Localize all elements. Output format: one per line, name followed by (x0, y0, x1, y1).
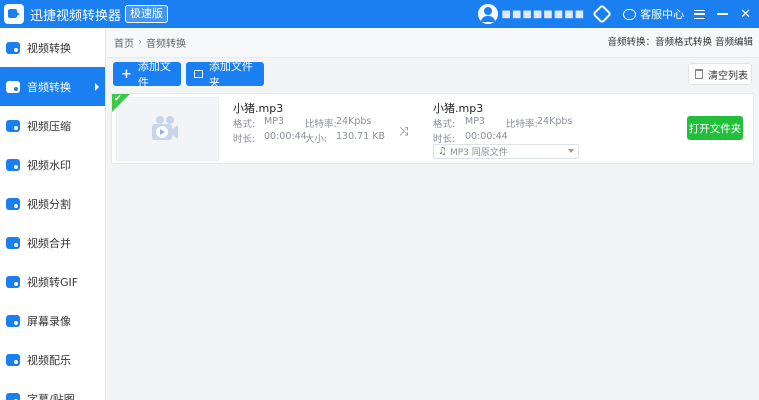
sidebar-item-label: 视频合并 (27, 236, 71, 250)
folder-icon (194, 70, 203, 78)
title-bar: 迅捷视频转换器 极速版 ■■■■■■■■ 客服中心 ✕ (0, 0, 759, 28)
output-format-label: 格式: (433, 119, 456, 130)
username[interactable]: ■■■■■■■■ (502, 9, 586, 20)
sidebar: 视频转换 音频转换 视频压缩 视频水印 视频分割 视频合并 视频转GIF 屏幕录… (0, 28, 106, 400)
audio-convert-icon (6, 80, 20, 93)
source-size: 130.71 KB (336, 131, 386, 142)
split-icon (6, 197, 20, 210)
add-file-label: 添加文件 (137, 60, 171, 89)
convert-arrow-icon: ⤨ (399, 124, 409, 138)
output-bitrate-label: 比特率: (506, 119, 538, 130)
breadcrumb-home[interactable]: 首页 (114, 35, 134, 50)
source-file-name: 小猪.mp3 (233, 102, 284, 115)
music-note-icon: ♫ (438, 146, 447, 157)
sidebar-item-music[interactable]: 视频配乐 (0, 340, 105, 379)
music-icon (6, 353, 20, 366)
sidebar-item-audio-convert[interactable]: 音频转换 (0, 67, 105, 106)
sidebar-item-label: 屏幕录像 (27, 314, 71, 328)
video-convert-icon (6, 41, 20, 54)
sidebar-item-label: 视频转换 (27, 41, 71, 55)
sidebar-item-label: 视频转GIF (27, 275, 79, 289)
gif-icon (6, 275, 20, 288)
app-title: 迅捷视频转换器 (30, 8, 122, 24)
sidebar-item-gif[interactable]: 视频转GIF (0, 262, 105, 301)
sidebar-item-label: 视频水印 (27, 158, 71, 172)
source-duration-label: 时长: (233, 134, 256, 145)
source-size-label: 大小: (305, 134, 328, 145)
feature-description: 音频转换：音频格式转换 音频编辑 (607, 37, 753, 48)
output-format: MP3 (465, 116, 485, 127)
avatar-icon[interactable] (477, 4, 498, 24)
sidebar-item-label: 视频配乐 (27, 353, 71, 367)
subtitle-icon (6, 392, 20, 400)
add-file-button[interactable]: + 添加文件 (113, 60, 181, 89)
edition-badge: 极速版 (125, 5, 169, 23)
breadcrumb-separator: › (138, 37, 142, 48)
minimize-icon[interactable] (717, 13, 729, 15)
output-bitrate: 24Kpbs (537, 116, 573, 127)
source-bitrate-label: 比特率: (305, 119, 337, 130)
plus-icon: + (121, 66, 132, 82)
sidebar-item-screen-record[interactable]: 屏幕录像 (0, 301, 105, 340)
close-icon[interactable]: ✕ (740, 8, 751, 21)
output-file-name: 小猪.mp3 (433, 102, 484, 115)
app-logo-icon (4, 4, 24, 24)
check-icon: ✔ (114, 94, 122, 104)
source-format: MP3 (264, 116, 284, 127)
sidebar-item-label: 音频转换 (27, 80, 71, 94)
output-duration: 00:00:44 (465, 131, 508, 142)
add-folder-label: 添加文件夹 (208, 60, 253, 89)
video-camera-icon (152, 116, 178, 140)
breadcrumb: 首页 › 音频转换 音频转换：音频格式转换 音频编辑 (107, 28, 759, 58)
clear-list-button[interactable]: 清空列表 (688, 63, 752, 85)
file-thumbnail (116, 97, 219, 161)
source-format-label: 格式: (233, 119, 256, 130)
trash-icon (695, 69, 703, 79)
sidebar-item-subtitle[interactable]: 字幕/贴图 (0, 379, 105, 400)
vip-icon[interactable] (592, 4, 612, 24)
output-duration-label: 时长: (433, 134, 456, 145)
sidebar-item-label: 视频分割 (27, 197, 71, 211)
sidebar-item-watermark[interactable]: 视频水印 (0, 145, 105, 184)
sidebar-item-label: 视频压缩 (27, 119, 71, 133)
output-format-select[interactable]: ♫ MP3 同原文件 (433, 144, 579, 159)
service-center-button[interactable]: 客服中心 (640, 6, 684, 22)
chevron-down-icon (568, 149, 574, 153)
file-row[interactable]: ✔ 小猪.mp3 格式: MP3 比特率: 24Kpbs 时长: 00:00:4… (111, 93, 754, 164)
menu-icon[interactable] (694, 9, 706, 19)
clear-list-label: 清空列表 (708, 70, 748, 82)
breadcrumb-current: 音频转换 (146, 39, 186, 50)
sidebar-item-merge[interactable]: 视频合并 (0, 223, 105, 262)
source-bitrate: 24Kpbs (336, 116, 372, 127)
open-folder-button[interactable]: 打开文件夹 (687, 116, 743, 140)
record-icon (6, 314, 20, 327)
sidebar-item-label: 字幕/贴图 (27, 392, 75, 400)
chat-icon[interactable] (623, 8, 637, 20)
watermark-icon (6, 158, 20, 171)
sidebar-item-video-compress[interactable]: 视频压缩 (0, 106, 105, 145)
sidebar-item-video-convert[interactable]: 视频转换 (0, 28, 105, 67)
merge-icon (6, 236, 20, 249)
source-duration: 00:00:44 (264, 131, 307, 142)
add-folder-button[interactable]: 添加文件夹 (186, 60, 264, 89)
compress-icon (6, 119, 20, 132)
sidebar-item-split[interactable]: 视频分割 (0, 184, 105, 223)
output-format-select-value: MP3 同原文件 (449, 148, 508, 158)
